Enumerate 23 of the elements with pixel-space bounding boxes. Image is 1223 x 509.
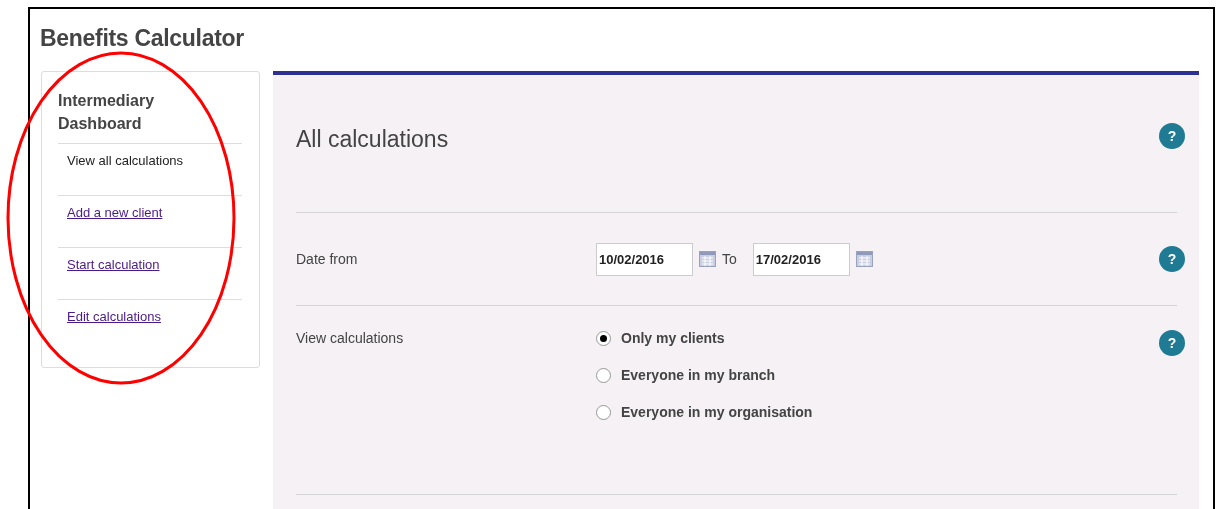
help-icon[interactable]: ?	[1159, 122, 1185, 149]
sidebar-heading: Intermediary Dashboard	[58, 91, 156, 134]
radio-button[interactable]	[596, 330, 611, 346]
help-icon[interactable]: ?	[1159, 330, 1185, 356]
calendar-icon[interactable]	[699, 251, 716, 267]
calendar-icon[interactable]	[855, 251, 873, 267]
radio-button[interactable]	[596, 404, 611, 420]
date-field[interactable]: 17/02/2016	[752, 242, 850, 276]
date-field[interactable]: 10/02/2016	[596, 242, 693, 276]
current-nav-item[interactable]: View all calculations	[67, 153, 184, 168]
field-label: View calculations	[296, 330, 405, 346]
option-label: Only my clients	[621, 330, 725, 346]
help-icon[interactable]: ?	[1159, 246, 1185, 272]
page-title: Benefits Calculator	[40, 25, 245, 52]
range-label: To	[722, 251, 737, 267]
nav-link[interactable]: Start calculation	[67, 257, 160, 272]
option-label: Everyone in my organisation	[621, 404, 813, 420]
section-heading: All calculations	[296, 126, 449, 153]
field-label: Date from	[296, 251, 359, 267]
radio-button[interactable]	[596, 367, 611, 383]
nav-link[interactable]: Add a new client	[67, 205, 163, 220]
nav-link[interactable]: Edit calculations	[67, 309, 161, 324]
option-label: Everyone in my branch	[621, 367, 776, 383]
